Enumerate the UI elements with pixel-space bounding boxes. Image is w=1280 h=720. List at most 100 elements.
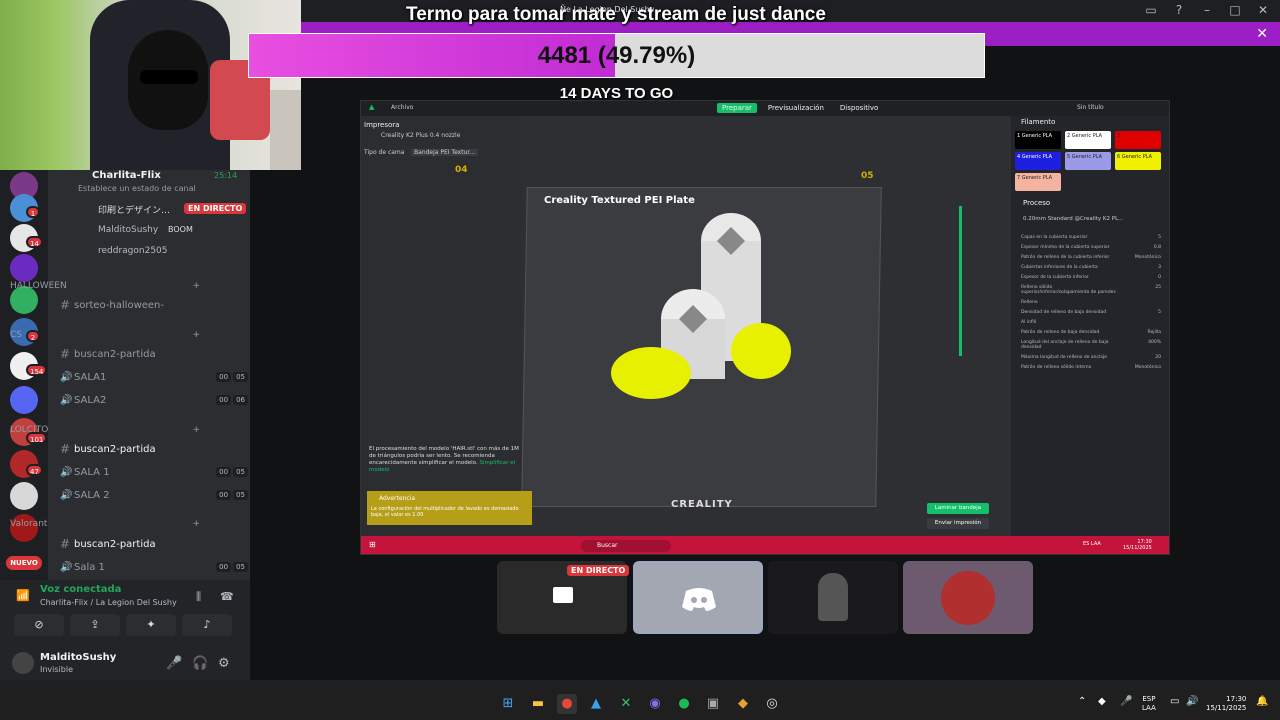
server-icon[interactable] <box>10 386 38 414</box>
tab-previsualizacion[interactable]: Previsualización <box>763 103 829 113</box>
stream-thumbnail-dragon[interactable] <box>903 561 1033 634</box>
windows-start-icon[interactable]: ⊞ <box>498 694 518 714</box>
category-halloween[interactable]: HALLOWEEN + <box>10 281 200 291</box>
settings-gear-icon[interactable]: ⚙ <box>218 656 230 671</box>
activities-button[interactable]: ✦ <box>126 614 176 636</box>
voice-connected-title[interactable]: Voz conectada <box>40 584 121 595</box>
app-icon[interactable]: ◆ <box>733 694 753 714</box>
filament-slot[interactable]: 5 Generic PLA <box>1065 152 1111 170</box>
microphone-tray-icon[interactable]: 🎤 <box>1120 696 1132 707</box>
microphone-icon[interactable]: 🎤 <box>166 656 182 671</box>
channel-text[interactable]: # buscan2-partida <box>48 438 250 460</box>
category-cs[interactable]: CS + <box>10 330 200 340</box>
photos-icon[interactable]: ▲ <box>586 694 606 714</box>
live-activity-label[interactable]: 印刷とデザイン… <box>98 203 170 216</box>
process-setting-row[interactable]: Relleno sólido superior/inferior/solapam… <box>1021 285 1161 295</box>
server-icon[interactable] <box>10 482 38 510</box>
voice-user-name[interactable]: Charlita-Flix <box>92 170 161 181</box>
maximize-icon[interactable]: □ <box>1228 3 1242 17</box>
filament-slot[interactable]: 3 <box>1115 131 1161 149</box>
voice-connected-channel[interactable]: Charlita-Flix / La Legion Del Sushy <box>40 598 177 607</box>
process-setting-row[interactable]: Capas en la cubierta superior 5 <box>1021 235 1161 240</box>
channel-voice[interactable]: 🔊 SALA1 00 05 <box>48 366 250 388</box>
filament-slot[interactable]: 4 Generic PLA <box>1015 152 1061 170</box>
noise-suppression-icon[interactable]: ⫼ <box>196 590 201 604</box>
tray-apps-icon[interactable]: ◆ <box>1098 696 1106 707</box>
close-notice-icon[interactable]: ✕ <box>1256 26 1268 42</box>
bed-type-select[interactable]: Bandeja PEI Textur... <box>411 149 479 156</box>
disconnect-icon[interactable]: ☎ <box>220 590 234 603</box>
tab-preparar[interactable]: Preparar <box>717 103 757 113</box>
user-name[interactable]: MalditoSushy <box>40 652 116 663</box>
filament-slot[interactable]: 7 Generic PLA <box>1015 173 1061 191</box>
volume-icon[interactable]: 🔊 <box>1186 696 1198 707</box>
add-channel-icon[interactable]: + <box>192 425 200 435</box>
channel-text[interactable]: # sorteo-halloween- <box>48 294 250 316</box>
help-icon[interactable]: ? <box>1172 3 1186 17</box>
process-setting-row[interactable]: Patrón de relleno de baja densidad Rejill… <box>1021 330 1161 335</box>
notifications-icon[interactable]: 🔔 <box>1256 696 1268 707</box>
input-language[interactable]: ESP LAA <box>1142 695 1156 713</box>
headphones-icon[interactable]: 🎧 <box>192 656 208 671</box>
close-window-icon[interactable]: ✕ <box>1256 3 1270 17</box>
add-channel-icon[interactable]: + <box>192 330 200 340</box>
layer-slider[interactable] <box>959 206 962 356</box>
tab-dispositivo[interactable]: Dispositivo <box>835 103 883 113</box>
discord-taskbar-icon[interactable]: ◉ <box>645 694 665 714</box>
filament-slot[interactable]: 6 Generic PLA <box>1115 152 1161 170</box>
filament-slot[interactable]: 1 Generic PLA <box>1015 131 1061 149</box>
process-setting-row[interactable]: Patrón de relleno sólido interno Monotóni… <box>1021 365 1161 370</box>
category-valorant[interactable]: Valorant + <box>10 519 200 529</box>
process-preset-select[interactable]: 0.20mm Standard @Creality K2 PL... <box>1023 216 1123 222</box>
process-setting-row[interactable]: Al infill <box>1021 320 1161 325</box>
inbox-icon[interactable]: ▭ <box>1144 3 1158 17</box>
menu-archivo[interactable]: Archivo <box>391 104 413 111</box>
goal-progress-bar: 4481 (49.79%) <box>248 33 985 78</box>
screen-share-button[interactable]: ⇪ <box>70 614 120 636</box>
tray-expand-icon[interactable]: ⌃ <box>1078 696 1086 707</box>
channel-voice[interactable]: 🔊 SALA 1 00 05 <box>48 461 250 483</box>
system-clock[interactable]: 17:30 15/11/2025 <box>1206 695 1246 713</box>
stream-thumbnail-discord[interactable] <box>633 561 763 634</box>
process-setting-row[interactable]: Densidad de relleno de baja densidad 5 <box>1021 310 1161 315</box>
channel-text[interactable]: # buscan2-partida <box>48 533 250 555</box>
network-icon[interactable]: ▭ <box>1170 696 1179 707</box>
channel-voice[interactable]: 🔊 Sala 1 00 05 <box>48 556 250 578</box>
excel-icon[interactable]: ✕ <box>616 694 636 714</box>
add-channel-icon[interactable]: + <box>192 281 200 291</box>
channel-text[interactable]: # buscan2-partida <box>48 343 250 365</box>
server-icon[interactable] <box>10 254 38 282</box>
camera-toggle-button[interactable]: ⊘ <box>14 614 64 636</box>
file-explorer-icon[interactable]: ▬ <box>528 694 548 714</box>
3d-model[interactable] <box>601 201 801 411</box>
channel-status-prompt[interactable]: Establece un estado de canal <box>78 184 196 193</box>
stream-thumbnail-user[interactable] <box>768 561 898 634</box>
channel-voice[interactable]: 🔊 SALA2 00 06 <box>48 389 250 411</box>
mention-badge: 154 <box>26 364 48 376</box>
sunglasses <box>140 70 198 84</box>
soundboard-button[interactable]: ♪ <box>182 614 232 636</box>
process-setting-row[interactable]: Cubiertas inferiores de la cubierta 3 <box>1021 265 1161 270</box>
add-channel-icon[interactable]: + <box>192 519 200 529</box>
printer-select[interactable]: Creality K2 Plus 0.4 nozzle <box>381 132 460 139</box>
spotify-icon[interactable]: ● <box>674 694 694 714</box>
member-name[interactable]: reddragon2505 <box>98 246 168 256</box>
setting-value: 5 <box>1158 310 1161 315</box>
obs-icon[interactable]: ◎ <box>762 694 782 714</box>
slice-button[interactable]: Laminar bandeja <box>927 503 989 514</box>
process-setting-row[interactable]: Longitud del anclaje de relleno de baja … <box>1021 340 1161 350</box>
avatar[interactable] <box>12 652 34 674</box>
process-setting-row[interactable]: Relleno <box>1021 300 1161 305</box>
process-setting-row[interactable]: Máxima longitud de relleno de anclaje 20 <box>1021 355 1161 360</box>
process-setting-row[interactable]: Espesor mínimo de la cubierta superior 0.… <box>1021 245 1161 250</box>
process-setting-row[interactable]: Espesor de la cubierta inferior 0 <box>1021 275 1161 280</box>
process-setting-row[interactable]: Patrón de relleno de la cubierta inferio… <box>1021 255 1161 260</box>
filament-slot[interactable]: 2 Generic PLA <box>1065 131 1111 149</box>
member-name[interactable]: MalditoSushy <box>98 225 158 235</box>
category-lolcito[interactable]: LOLCITO + <box>10 425 200 435</box>
chrome-icon[interactable]: ● <box>557 694 577 714</box>
send-print-button[interactable]: Enviar impresión <box>927 518 989 529</box>
game-controller-icon[interactable]: ▣ <box>703 694 723 714</box>
minimize-icon[interactable]: – <box>1200 3 1214 17</box>
channel-voice[interactable]: 🔊 SALA 2 00 05 <box>48 484 250 506</box>
